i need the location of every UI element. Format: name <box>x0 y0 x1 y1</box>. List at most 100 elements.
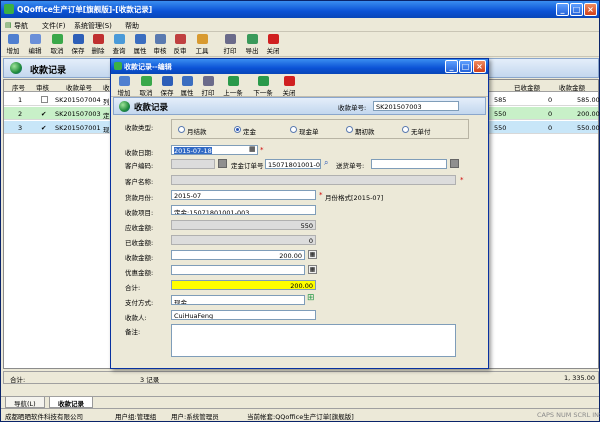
unaudit-button[interactable]: 反审 <box>169 34 191 55</box>
paid-field: 0 <box>171 235 316 245</box>
payment-select[interactable]: 现金 <box>171 295 305 305</box>
close-icon[interactable]: × <box>584 3 597 16</box>
customer-name-field[interactable] <box>171 175 456 185</box>
dialog-toolbar: 增加 取消 保存 属性 打印 上一条 下一条 关闭 <box>111 74 488 97</box>
undo-icon <box>140 76 152 86</box>
print-button[interactable]: 打印 <box>219 34 241 55</box>
customer-picker-icon[interactable] <box>218 159 227 168</box>
menu-file[interactable]: 文件(F) <box>42 21 66 31</box>
month-label: 货款月份: <box>125 194 154 202</box>
export-button[interactable]: 导出 <box>241 34 263 55</box>
required-mark: * <box>460 176 464 184</box>
check-icon[interactable]: ✔ <box>41 124 46 132</box>
payment-label: 支付方式: <box>125 299 154 307</box>
summary-label: 合计: <box>10 376 26 384</box>
bottom-tabs: 导航(L) 收款记录 <box>1 396 599 408</box>
col-no[interactable]: 序号 <box>12 82 25 92</box>
dialog-cancel-button[interactable]: 取消 <box>135 76 157 97</box>
audit-checkbox[interactable] <box>41 96 48 103</box>
edit-button[interactable]: 编辑 <box>24 34 46 55</box>
receipt-no-label: 收款单号: <box>338 104 367 112</box>
discount-field[interactable] <box>171 265 305 275</box>
radio-no-order[interactable] <box>402 126 409 133</box>
col-audit[interactable]: 审核 <box>36 82 49 92</box>
cancel-button[interactable]: 取消 <box>46 34 68 55</box>
add-button[interactable]: 增加 <box>2 34 24 55</box>
col-receipt-no[interactable]: 收款单号 <box>66 82 92 92</box>
unaudit-icon <box>174 34 186 44</box>
dialog-save-button[interactable]: 保存 <box>156 76 178 97</box>
tab-receipts[interactable]: 收款记录 <box>49 397 93 408</box>
search-icon <box>113 34 125 44</box>
status-bar: 成都晒晒软件科技有限公司 用户组:管理组 用户:系统管理员 当前帐套:QQoff… <box>1 408 600 421</box>
col-amount[interactable]: 收款金额 <box>559 82 585 92</box>
dialog-title-bar: 收款记录--编辑 _ □ × <box>111 59 488 74</box>
receipt-no-field[interactable]: SK201507003 <box>373 101 459 111</box>
menu-nav[interactable]: 导航 <box>14 21 28 31</box>
save-icon <box>161 76 173 86</box>
type-label: 收款类型: <box>125 124 154 132</box>
summary-total: 1, 335.00 <box>564 374 596 382</box>
delivery-picker-icon[interactable] <box>450 159 459 168</box>
menu-system[interactable]: 系统管理(S) <box>74 21 112 31</box>
payee-label: 收款人: <box>125 314 147 322</box>
tools-button[interactable]: 工具 <box>191 34 213 55</box>
dialog-maximize-icon[interactable]: □ <box>459 60 472 73</box>
tab-nav[interactable]: 导航(L) <box>5 397 45 408</box>
customer-name-label: 客户名称: <box>125 178 154 186</box>
summary-row: 合计: 3 记录 1, 335.00 <box>3 371 599 384</box>
radio-deposit[interactable] <box>234 126 241 133</box>
calculator-icon[interactable]: ▦ <box>308 265 317 274</box>
amount-field[interactable]: 200.00 <box>171 250 305 260</box>
status-keys: CAPS NUM SCRL INS <box>537 411 600 419</box>
audit-button[interactable]: 审核 <box>149 34 171 55</box>
search-icon[interactable]: ⌕ <box>324 158 328 168</box>
next-record-button[interactable]: 下一条 <box>250 76 276 97</box>
menu-bar: ▤ 导航 文件(F) 系统管理(S) 帮助 <box>1 19 599 32</box>
calculator-icon[interactable]: ▦ <box>308 250 317 259</box>
delivery-no-field[interactable] <box>371 159 447 169</box>
properties-icon <box>134 34 146 44</box>
radio-monthly[interactable] <box>178 126 185 133</box>
dialog-add-button[interactable]: 增加 <box>113 76 135 97</box>
date-field[interactable]: 2015-07-18 <box>171 145 258 155</box>
check-icon[interactable]: ✔ <box>41 110 46 118</box>
query-button[interactable]: 查询 <box>108 34 130 55</box>
delete-icon <box>92 34 104 44</box>
dialog-header-title: 收款记录 <box>134 103 169 113</box>
col-type[interactable]: 收 <box>103 82 110 92</box>
radio-opening[interactable] <box>346 126 353 133</box>
summary-count: 3 记录 <box>140 376 160 384</box>
close-button[interactable]: 关闭 <box>262 34 284 55</box>
prev-record-button[interactable]: 上一条 <box>220 76 246 97</box>
item-field[interactable]: 定金:15071801001-003 <box>171 205 316 215</box>
required-mark: * <box>319 191 323 199</box>
minimize-icon[interactable]: _ <box>556 3 569 16</box>
customer-code-field[interactable] <box>171 159 215 169</box>
item-label: 收款项目: <box>125 209 154 217</box>
col-received[interactable]: 已收金额 <box>514 82 540 92</box>
app-logo-icon <box>4 4 14 14</box>
dialog-close-button[interactable]: 关闭 <box>278 76 300 97</box>
dialog-logo-icon <box>114 62 122 70</box>
amount-label: 收款金额: <box>125 254 154 262</box>
radio-cash[interactable] <box>290 126 297 133</box>
dialog-minimize-icon[interactable]: _ <box>445 60 458 73</box>
month-field[interactable]: 2015-07 <box>171 190 316 200</box>
delete-button[interactable]: 删除 <box>87 34 109 55</box>
payee-field[interactable]: CuiHuaFeng <box>171 310 316 320</box>
dialog-properties-button[interactable]: 属性 <box>176 76 198 97</box>
audit-icon <box>154 34 166 44</box>
save-button[interactable]: 保存 <box>67 34 89 55</box>
remark-textarea[interactable] <box>171 324 456 357</box>
calendar-icon[interactable]: ▦ <box>249 145 256 153</box>
paid-label: 已收金额: <box>125 239 154 247</box>
menu-help[interactable]: 帮助 <box>125 21 139 31</box>
properties-button[interactable]: 属性 <box>129 34 151 55</box>
dialog-print-button[interactable]: 打印 <box>197 76 219 97</box>
globe-icon <box>119 101 130 112</box>
add-payment-icon[interactable]: ⊞ <box>307 293 315 303</box>
maximize-icon[interactable]: □ <box>570 3 583 16</box>
deposit-order-field[interactable]: 15071801001-003 <box>265 159 321 169</box>
dialog-close-icon[interactable]: × <box>473 60 486 73</box>
